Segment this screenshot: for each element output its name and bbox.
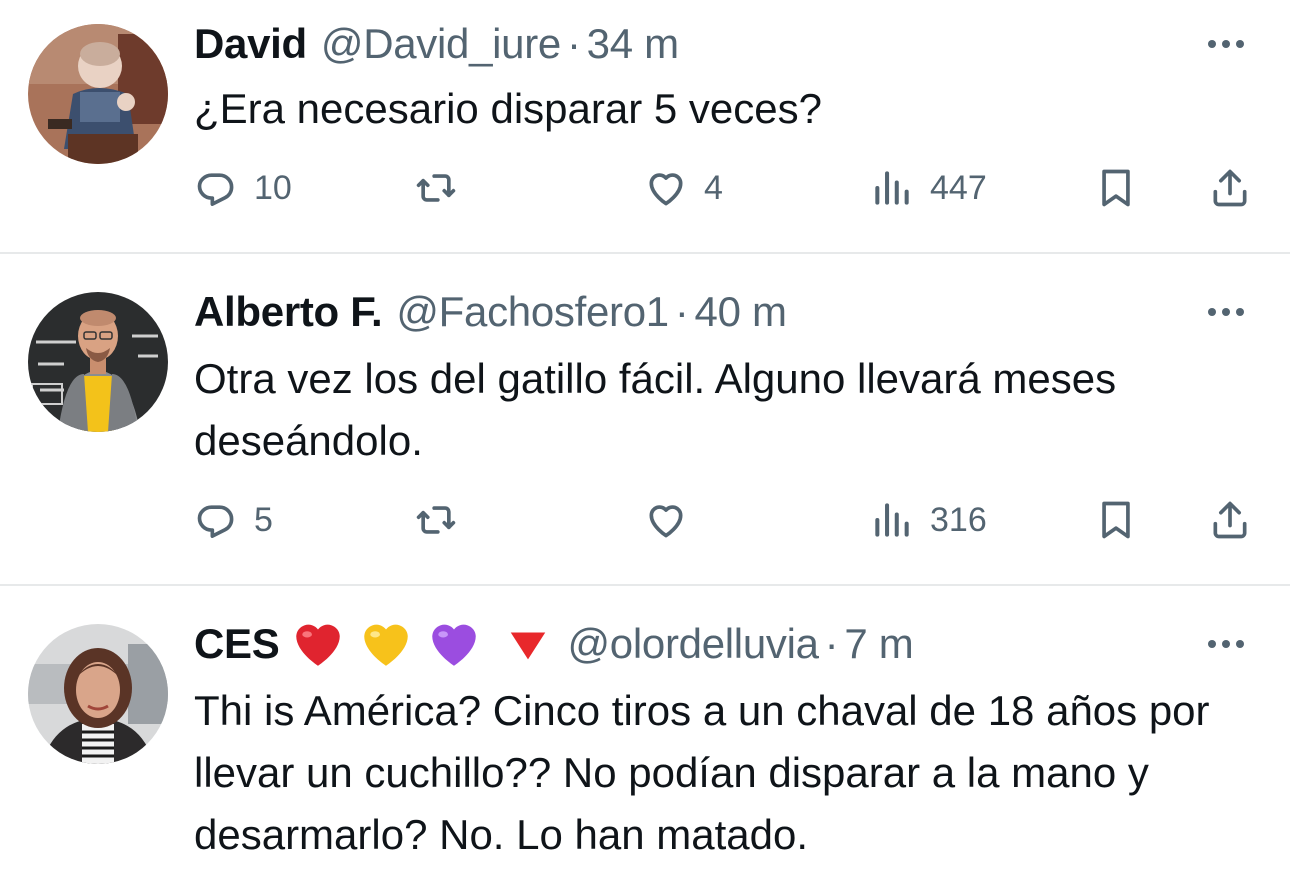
views-icon <box>870 498 914 542</box>
share-button[interactable] <box>1208 492 1252 548</box>
views-icon <box>870 166 914 210</box>
retweet-button[interactable] <box>414 492 458 548</box>
bookmark-button[interactable] <box>1094 492 1138 548</box>
author-handle[interactable]: @Fachosfero1 <box>396 288 669 336</box>
reply-button[interactable]: 5 <box>194 492 273 548</box>
separator-dot: · <box>674 288 689 335</box>
timestamp[interactable]: 34 m <box>587 20 679 68</box>
views-count: 447 <box>930 168 987 207</box>
author-name[interactable]: Alberto F. <box>194 288 383 336</box>
bookmark-icon <box>1094 166 1138 210</box>
red-heart-emoji <box>289 615 347 673</box>
avatar[interactable] <box>28 292 168 432</box>
author-handle[interactable]: @olordelluvia <box>567 620 819 668</box>
share-button[interactable] <box>1208 160 1252 216</box>
views-button[interactable]: 447 <box>870 160 987 216</box>
bookmark-button[interactable] <box>1094 160 1138 216</box>
timestamp[interactable]: 7 m <box>844 620 913 668</box>
retweet-button[interactable] <box>414 160 458 216</box>
like-icon <box>644 498 688 542</box>
tweet-header: Alberto F. @Fachosfero1 · 40 m <box>194 286 787 338</box>
views-button[interactable]: 316 <box>870 492 987 548</box>
tweet-header: CES @olordelluvia · 7 m <box>194 615 914 673</box>
author-name[interactable]: CES <box>194 620 280 668</box>
reply-icon <box>194 498 238 542</box>
tweet-text: Otra vez los del gatillo fácil. Alguno l… <box>194 355 1117 464</box>
reply-button[interactable]: 10 <box>194 160 292 216</box>
separator-dot: · <box>566 20 581 67</box>
tweet[interactable]: Alberto F. @Fachosfero1 · 40 m Otra vez … <box>0 254 1290 586</box>
like-button[interactable] <box>644 492 688 548</box>
yellow-heart-emoji <box>357 615 415 673</box>
separator-dot: · <box>824 620 839 667</box>
views-count: 316 <box>930 500 987 539</box>
share-icon <box>1208 498 1252 542</box>
tweet-text: Thi is América? Cinco tiros a un chaval … <box>194 687 1210 858</box>
author-name[interactable]: David <box>194 20 307 68</box>
share-icon <box>1208 166 1252 210</box>
more-icon[interactable] <box>1204 30 1248 58</box>
retweet-icon <box>414 166 458 210</box>
reply-count: 10 <box>254 168 292 207</box>
reply-count: 5 <box>254 500 273 539</box>
action-bar: 5 316 <box>194 492 1264 548</box>
tweet-header: David @David_iure · 34 m <box>194 18 679 70</box>
reply-icon <box>194 166 238 210</box>
action-bar: 10 4 447 <box>194 160 1264 216</box>
avatar[interactable] <box>28 24 168 164</box>
like-count: 4 <box>704 168 723 207</box>
more-icon[interactable] <box>1204 298 1248 326</box>
like-icon <box>644 166 688 210</box>
retweet-icon <box>414 498 458 542</box>
purple-heart-emoji <box>425 615 483 673</box>
bookmark-icon <box>1094 498 1138 542</box>
avatar[interactable] <box>28 624 168 764</box>
more-icon[interactable] <box>1204 630 1248 658</box>
red-triangle-down-icon <box>505 621 551 667</box>
timestamp[interactable]: 40 m <box>695 288 787 336</box>
tweet[interactable]: CES @olordelluvia · 7 m Thi is América? … <box>0 586 1290 892</box>
tweet[interactable]: David @David_iure · 34 m ¿Era necesario … <box>0 0 1290 254</box>
like-button[interactable]: 4 <box>644 160 723 216</box>
tweet-text: ¿Era necesario disparar 5 veces? <box>194 85 822 132</box>
author-handle[interactable]: @David_iure <box>321 20 561 68</box>
